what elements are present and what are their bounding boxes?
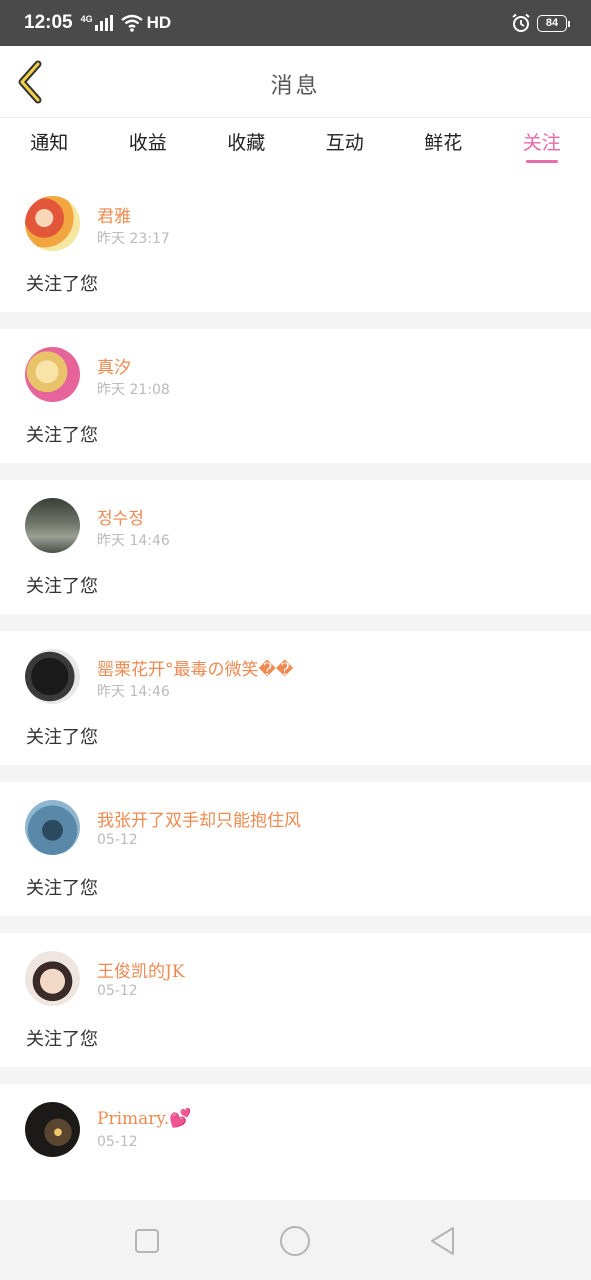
tab-label: 收藏 — [227, 132, 266, 154]
hearts-emoji: 💕 — [169, 1108, 192, 1129]
list-item[interactable]: 真汐 昨天 21:08 关注了您 — [0, 329, 591, 463]
network-type: 4G — [80, 14, 93, 24]
tab-bar: 通知 收益 收藏 互动 鲜花 关注 — [0, 118, 591, 178]
username[interactable]: 罂栗花开°最毒の微笑�� — [97, 655, 293, 680]
timestamp: 昨天 23:17 — [97, 231, 170, 247]
list-item[interactable]: 我张开了双手却只能抱住风 05-12 关注了您 — [0, 782, 591, 916]
avatar[interactable] — [25, 649, 80, 704]
list-item[interactable]: 君雅 昨天 23:17 关注了您 — [0, 178, 591, 312]
list-item[interactable]: 罂栗花开°最毒の微笑�� 昨天 14:46 关注了您 — [0, 631, 591, 765]
username[interactable]: 君雅 — [97, 202, 131, 227]
avatar[interactable] — [25, 196, 80, 251]
username[interactable]: Primary.💕 — [97, 1108, 192, 1129]
tab-label: 通知 — [30, 132, 69, 154]
back-nav-button[interactable] — [426, 1224, 460, 1258]
follow-message: 关注了您 — [26, 425, 98, 446]
tab-flowers[interactable]: 鲜花 — [394, 118, 493, 178]
avatar[interactable] — [25, 347, 80, 402]
follow-message: 关注了您 — [26, 576, 98, 597]
status-time: 12:05 — [24, 12, 73, 33]
battery-icon: 84 — [537, 14, 570, 32]
tab-favorites[interactable]: 收藏 — [197, 118, 296, 178]
recent-apps-button[interactable] — [130, 1224, 164, 1258]
tab-label: 互动 — [325, 132, 364, 154]
follow-message: 关注了您 — [26, 727, 98, 748]
hd-indicator: HD — [146, 13, 172, 32]
avatar[interactable] — [25, 800, 80, 855]
follow-message: 关注了您 — [26, 1029, 98, 1050]
status-bar: 12:05 4G HD 84 — [0, 0, 591, 46]
username[interactable]: 王俊凯的JK — [97, 957, 185, 982]
signal-icon — [94, 15, 113, 31]
tab-earnings[interactable]: 收益 — [99, 118, 198, 178]
battery-level: 84 — [545, 17, 559, 29]
system-nav-bar — [0, 1200, 591, 1280]
wifi-icon — [120, 14, 143, 32]
follow-message: 关注了您 — [26, 274, 98, 295]
username[interactable]: 真汐 — [97, 353, 131, 378]
timestamp: 昨天 21:08 — [97, 382, 170, 398]
avatar[interactable] — [25, 951, 80, 1006]
timestamp: 昨天 14:46 — [97, 684, 170, 700]
home-button[interactable] — [278, 1224, 312, 1258]
list-item[interactable]: 王俊凯的JK 05-12 关注了您 — [0, 933, 591, 1067]
timestamp: 05-12 — [97, 832, 138, 848]
username-text: Primary. — [97, 1109, 170, 1129]
avatar[interactable] — [25, 498, 80, 553]
timestamp: 05-12 — [97, 1134, 138, 1150]
tab-label: 关注 — [522, 132, 561, 154]
page-title: 消息 — [270, 74, 321, 99]
username[interactable]: 정수정 — [97, 504, 144, 529]
timestamp: 05-12 — [97, 983, 138, 999]
timestamp: 昨天 14:46 — [97, 533, 170, 549]
username[interactable]: 我张开了双手却只能抱住风 — [97, 806, 301, 831]
follow-message: 关注了您 — [26, 878, 98, 899]
list-item[interactable]: Primary.💕 05-12 — [0, 1084, 591, 1218]
follow-list: 君雅 昨天 23:17 关注了您 真汐 昨天 21:08 关注了您 정수정 昨天… — [0, 178, 591, 1235]
tab-label: 收益 — [128, 132, 167, 154]
active-tab-indicator — [525, 160, 558, 163]
list-item[interactable]: 정수정 昨天 14:46 关注了您 — [0, 480, 591, 614]
avatar[interactable] — [25, 1102, 80, 1157]
app-header: 消息 — [0, 46, 591, 118]
tab-interactions[interactable]: 互动 — [296, 118, 395, 178]
tab-notifications[interactable]: 通知 — [0, 118, 99, 178]
tab-label: 鲜花 — [424, 132, 463, 154]
tab-follows[interactable]: 关注 — [493, 118, 591, 178]
alarm-icon — [512, 13, 530, 32]
